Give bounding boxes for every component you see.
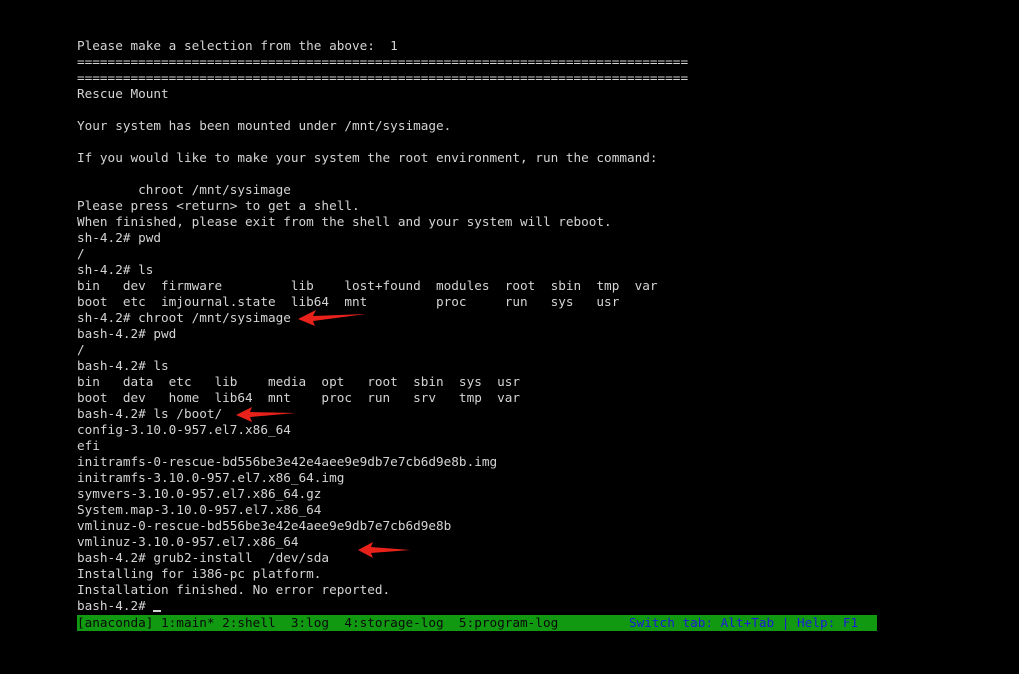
terminal-line-selection-prompt: Please make a selection from the above: … xyxy=(77,38,398,53)
terminal-line-output: bin data etc lib media opt root sbin sys… xyxy=(77,374,521,389)
terminal-line-mounted-notice: Your system has been mounted under /mnt/… xyxy=(77,118,452,133)
terminal-line-output: config-3.10.0-957.el7.x86_64 xyxy=(77,422,291,437)
terminal-line-output: System.map-3.10.0-957.el7.x86_64 xyxy=(77,502,322,517)
terminal-line-output: vmlinuz-0-rescue-bd556be3e42e4aee9e9db7e… xyxy=(77,518,452,533)
terminal-line-command-grub2-install: bash-4.2# grub2-install /dev/sda xyxy=(77,550,330,565)
terminal-line-command-chroot: sh-4.2# chroot /mnt/sysimage xyxy=(77,310,291,325)
terminal-output[interactable]: Please make a selection from the above: … xyxy=(77,38,977,614)
terminal-input-line[interactable]: bash-4.2# xyxy=(77,598,977,614)
switch-tab-hint: Switch tab: Alt+Tab | Help: F1 xyxy=(629,615,859,630)
terminal-line-rescue-mount-heading: Rescue Mount xyxy=(77,86,169,101)
terminal-line-command-ls-boot: bash-4.2# ls /boot/ xyxy=(77,406,223,421)
terminal-line-command: bash-4.2# ls xyxy=(77,358,169,373)
terminal-line-chroot-hint: If you would like to make your system th… xyxy=(77,150,658,165)
terminal-line-output: initramfs-3.10.0-957.el7.x86_64.img xyxy=(77,470,345,485)
terminal-line-output: / xyxy=(77,342,85,357)
terminal-line-output: efi xyxy=(77,438,100,453)
annotation-arrow-ls-boot xyxy=(236,407,296,422)
terminal-line-divider: ========================================… xyxy=(77,54,689,69)
console-screen: Please make a selection from the above: … xyxy=(0,0,1019,674)
terminal-line-output: bin dev firmware lib lost+found modules … xyxy=(77,278,658,293)
terminal-line-output: / xyxy=(77,246,85,261)
text-cursor xyxy=(153,610,162,612)
terminal-line-press-return: Please press <return> to get a shell. xyxy=(77,198,360,213)
terminal-line-output: initramfs-0-rescue-bd556be3e42e4aee9e9db… xyxy=(77,454,498,469)
tmux-status-bar: [anaconda] 1:main* 2:shell 3:log 4:stora… xyxy=(77,615,877,631)
annotation-arrow-chroot xyxy=(298,310,366,326)
shell-prompt: bash-4.2# xyxy=(77,598,154,613)
annotation-arrow-grub2-install xyxy=(358,542,410,558)
terminal-line-divider: ========================================… xyxy=(77,70,689,85)
terminal-line-output: vmlinuz-3.10.0-957.el7.x86_64 xyxy=(77,534,299,549)
terminal-line-output: boot dev home lib64 mnt proc run srv tmp… xyxy=(77,390,521,405)
terminal-line-output: Installing for i386-pc platform. xyxy=(77,566,322,581)
terminal-line-output: Installation finished. No error reported… xyxy=(77,582,391,597)
terminal-line-command: bash-4.2# pwd xyxy=(77,326,177,341)
terminal-line-output: boot etc imjournal.state lib64 mnt proc … xyxy=(77,294,620,309)
terminal-line-command: sh-4.2# pwd xyxy=(77,230,162,245)
terminal-line-chroot-command: chroot /mnt/sysimage xyxy=(77,182,291,197)
terminal-line-output: symvers-3.10.0-957.el7.x86_64.gz xyxy=(77,486,322,501)
window-tabs[interactable]: [anaconda] 1:main* 2:shell 3:log 4:stora… xyxy=(77,615,558,630)
terminal-line-command: sh-4.2# ls xyxy=(77,262,154,277)
terminal-line-exit-notice: When finished, please exit from the shel… xyxy=(77,214,612,229)
